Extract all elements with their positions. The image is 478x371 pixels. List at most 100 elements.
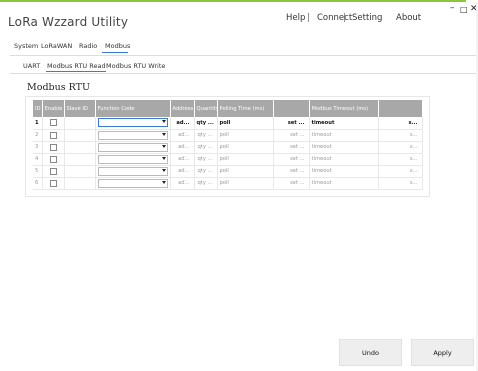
polling-set-cell[interactable]: set ... xyxy=(273,141,310,154)
timeout-cell[interactable]: timeout xyxy=(309,177,379,190)
tab-divider xyxy=(10,55,476,56)
timeout-cell[interactable]: timeout xyxy=(309,153,379,166)
timeout-cell[interactable]: timeout xyxy=(309,165,379,178)
minimize-icon[interactable]: – xyxy=(450,4,455,13)
function-code-select[interactable] xyxy=(97,142,168,152)
polling-set-cell[interactable]: set ... xyxy=(273,177,310,190)
quantity-cell[interactable]: qty ... xyxy=(194,165,218,178)
quantity-cell[interactable]: qty ... xyxy=(194,177,218,190)
subtab-modbus-rtu-read[interactable]: Modbus RTU Read xyxy=(47,62,106,70)
active-subtab-indicator xyxy=(46,71,106,72)
timeout-set-cell[interactable]: s... xyxy=(378,177,423,190)
apply-button[interactable]: Apply xyxy=(411,339,474,366)
quantity-cell[interactable]: qty ... xyxy=(194,153,218,166)
column-header-polling-time[interactable]: Polling Time (ms) xyxy=(217,100,274,117)
quantity-cell[interactable]: qty ... xyxy=(194,129,218,142)
menu-help[interactable]: Help xyxy=(286,13,305,23)
polling-time-cell[interactable]: poll xyxy=(217,165,274,178)
polling-time-cell[interactable]: poll xyxy=(217,117,274,130)
address-cell[interactable]: ad... xyxy=(170,129,195,142)
section-title: Modbus RTU xyxy=(27,82,90,93)
timeout-set-cell[interactable]: s... xyxy=(378,165,423,178)
polling-set-cell[interactable]: set ... xyxy=(273,165,310,178)
slave-id-cell[interactable] xyxy=(64,141,96,154)
column-header-address[interactable]: Address xyxy=(170,100,195,117)
maximize-icon[interactable]: □ xyxy=(460,5,468,14)
column-header-function-code[interactable]: Function Code xyxy=(95,100,171,117)
quantity-cell[interactable]: qty ... xyxy=(194,141,218,154)
tab-radio[interactable]: Radio xyxy=(79,42,97,50)
menu-separator: | xyxy=(343,13,346,23)
slave-id-cell[interactable] xyxy=(64,129,96,142)
menu-separator: | xyxy=(307,13,310,23)
polling-time-cell[interactable]: poll xyxy=(217,177,274,190)
menu-about[interactable]: About xyxy=(396,13,421,23)
table-row: 1 ad... qty ... poll set ... timeout s..… xyxy=(33,117,423,130)
enable-checkbox[interactable] xyxy=(49,167,57,175)
address-cell[interactable]: ad... xyxy=(170,177,195,190)
subtab-modbus-rtu-write[interactable]: Modbus RTU Write xyxy=(106,62,165,70)
address-cell[interactable]: ad... xyxy=(170,165,195,178)
column-header-quantity[interactable]: Quantity xyxy=(194,100,218,117)
table-header-row: ID Enable Slave ID Function Code Address… xyxy=(33,100,423,117)
chevron-down-icon xyxy=(161,168,166,172)
table-row: 6 ad... qty ... poll set ... timeout s..… xyxy=(33,177,423,190)
quantity-cell[interactable]: qty ... xyxy=(194,117,218,130)
timeout-set-cell[interactable]: s... xyxy=(378,141,423,154)
menu-connect[interactable]: Connect xyxy=(317,13,352,23)
function-code-select[interactable] xyxy=(97,118,168,128)
timeout-cell[interactable]: timeout xyxy=(309,117,379,130)
column-header-enable[interactable]: Enable xyxy=(42,100,65,117)
enable-checkbox[interactable] xyxy=(49,155,57,163)
top-accent-line xyxy=(0,0,466,2)
polling-set-cell[interactable]: set ... xyxy=(273,117,310,130)
timeout-set-cell[interactable]: s... xyxy=(378,117,423,130)
polling-time-cell[interactable]: poll xyxy=(217,129,274,142)
tab-system[interactable]: System xyxy=(14,42,38,50)
chevron-down-icon xyxy=(161,132,166,136)
slave-id-cell[interactable] xyxy=(64,153,96,166)
enable-checkbox[interactable] xyxy=(49,143,57,151)
polling-set-cell[interactable]: set ... xyxy=(273,153,310,166)
table-row: 5 ad... qty ... poll set ... timeout s..… xyxy=(33,165,423,178)
function-code-select[interactable] xyxy=(97,130,168,140)
address-cell[interactable]: ad... xyxy=(170,117,195,130)
timeout-set-cell[interactable]: s... xyxy=(378,153,423,166)
address-cell[interactable]: ad... xyxy=(170,141,195,154)
tab-lorawan[interactable]: LoRaWAN xyxy=(41,42,72,50)
chevron-down-icon xyxy=(161,120,166,124)
enable-checkbox[interactable] xyxy=(49,179,57,187)
table-row: 2 ad... qty ... poll set ... timeout s..… xyxy=(33,129,423,142)
slave-id-cell[interactable] xyxy=(64,117,96,130)
column-header-timeout-set[interactable] xyxy=(378,100,423,117)
top-accent-bar xyxy=(0,0,478,3)
chevron-down-icon xyxy=(161,144,166,148)
enable-checkbox[interactable] xyxy=(49,119,57,127)
polling-time-cell[interactable]: poll xyxy=(217,153,274,166)
polling-time-cell[interactable]: poll xyxy=(217,141,274,154)
enable-checkbox[interactable] xyxy=(49,131,57,139)
column-header-polling-set[interactable] xyxy=(273,100,310,117)
row-id: 4 xyxy=(33,153,43,166)
tab-modbus[interactable]: Modbus xyxy=(105,42,130,50)
function-code-select[interactable] xyxy=(97,154,168,164)
column-header-modbus-timeout[interactable]: Modbus Timeout (ms) xyxy=(309,100,379,117)
subtab-uart[interactable]: UART xyxy=(23,62,40,70)
row-id: 5 xyxy=(33,165,43,178)
timeout-set-cell[interactable]: s... xyxy=(378,129,423,142)
timeout-cell[interactable]: timeout xyxy=(309,129,379,142)
function-code-select[interactable] xyxy=(97,178,168,188)
column-header-slave-id[interactable]: Slave ID xyxy=(64,100,96,117)
polling-set-cell[interactable]: set ... xyxy=(273,129,310,142)
slave-id-cell[interactable] xyxy=(64,165,96,178)
column-header-id[interactable]: ID xyxy=(33,100,43,117)
app-title: LoRa Wzzard Utility xyxy=(8,15,129,29)
menu-setting[interactable]: Setting xyxy=(352,13,382,23)
timeout-cell[interactable]: timeout xyxy=(309,141,379,154)
row-id: 6 xyxy=(33,177,43,190)
active-tab-indicator xyxy=(102,52,128,53)
function-code-select[interactable] xyxy=(97,166,168,176)
undo-button[interactable]: Undo xyxy=(339,339,402,366)
slave-id-cell[interactable] xyxy=(64,177,96,190)
address-cell[interactable]: ad... xyxy=(170,153,195,166)
